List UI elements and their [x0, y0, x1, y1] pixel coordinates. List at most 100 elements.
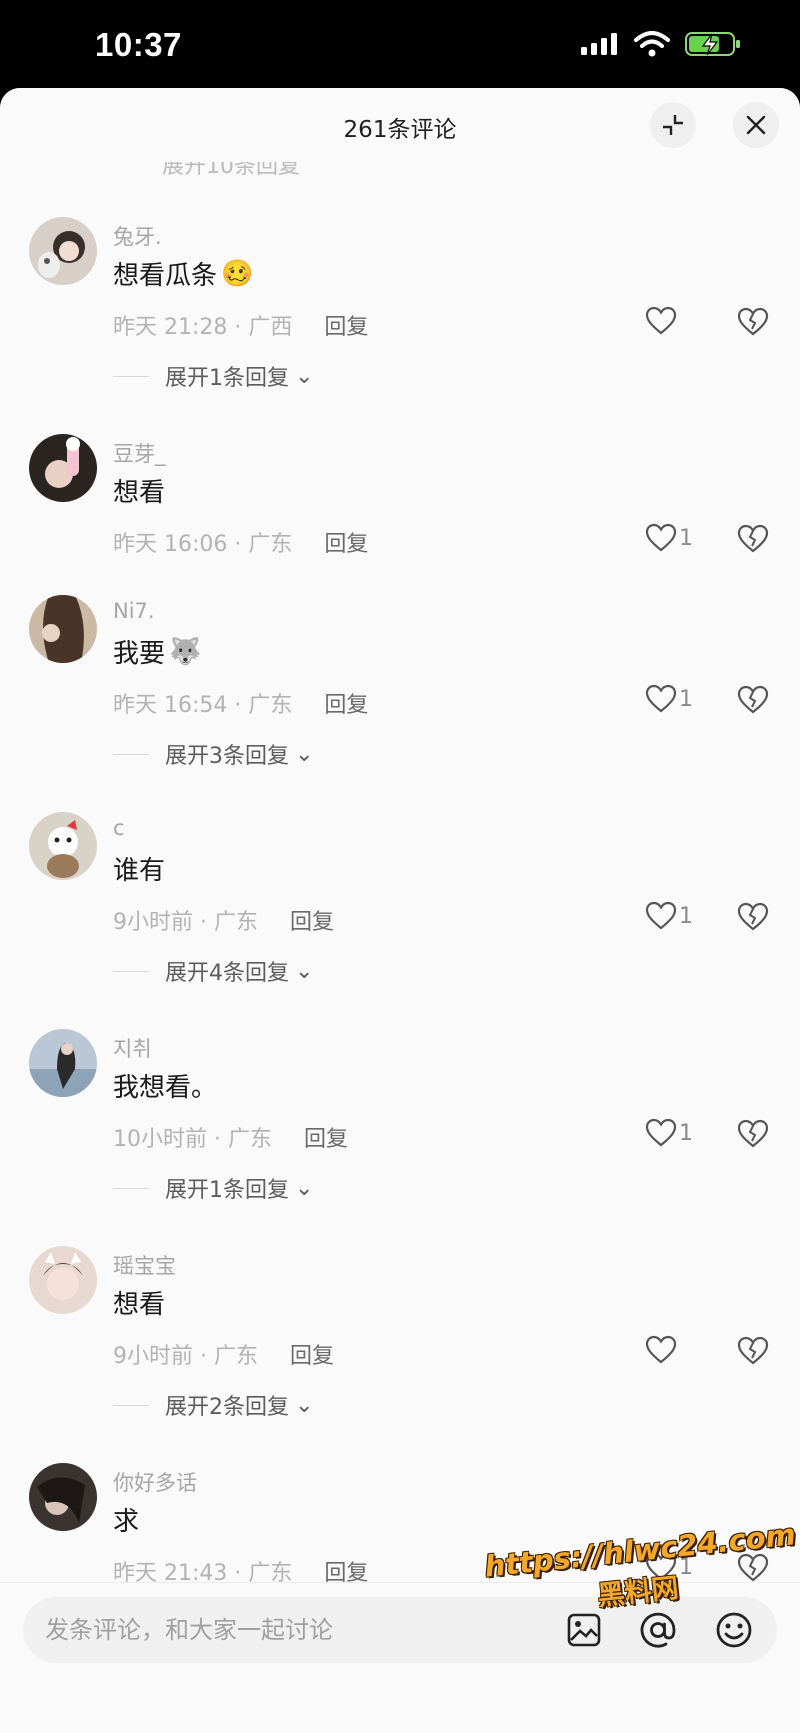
comment-text: 求	[113, 1501, 139, 1538]
comment-meta: 昨天 21:28 · 广西 回复	[113, 309, 368, 341]
comment-meta: 昨天 16:06 · 广东 回复	[113, 526, 368, 558]
expand-replies-label: 展开4条回复	[165, 961, 289, 986]
chevron-down-icon: ⌄	[295, 363, 314, 389]
avatar[interactable]	[29, 1246, 97, 1314]
divider	[113, 1404, 149, 1406]
expand-replies-label: 展开3条回复	[165, 744, 289, 769]
broken-heart-icon	[737, 524, 769, 553]
like-button[interactable]: 1	[645, 901, 693, 931]
wifi-icon	[634, 31, 670, 57]
dislike-button[interactable]	[737, 1119, 769, 1153]
expand-replies-button[interactable]: 展开2条回复 ⌄	[113, 1389, 313, 1421]
dislike-button[interactable]	[737, 307, 769, 341]
comment-text-content: 我要	[113, 639, 166, 669]
comment-username[interactable]: Ni7.	[113, 599, 155, 623]
battery-icon	[685, 32, 740, 56]
comment-text: 想看	[113, 1284, 165, 1321]
comment-input-container[interactable]	[23, 1597, 777, 1663]
emoji-icon: 🐺	[169, 636, 202, 667]
image-icon	[567, 1613, 601, 1647]
like-button[interactable]	[645, 306, 679, 336]
comment-username[interactable]: 豆芽_	[113, 438, 166, 468]
expand-replies-button[interactable]: 展开1条回复 ⌄	[113, 1172, 313, 1204]
comment-text-content: 谁有	[113, 856, 166, 886]
sheet-header: 261条评论	[0, 88, 800, 162]
avatar[interactable]	[29, 1029, 97, 1097]
like-button[interactable]: 1	[645, 1118, 693, 1148]
like-count: 1	[679, 686, 693, 712]
reply-button[interactable]: 回复	[324, 526, 368, 558]
reply-button[interactable]: 回复	[324, 309, 368, 341]
like-button[interactable]: 1	[645, 523, 693, 553]
comment-text: 谁有	[113, 850, 165, 887]
comments-sheet: 261条评论 展开10条回复 兔牙. 想看瓜条 🥴 昨天 21:28 · 广西 回复	[0, 88, 800, 1733]
expand-replies-button[interactable]: 展开4条回复 ⌄	[113, 955, 313, 987]
emoji-icon	[716, 1612, 752, 1648]
expand-replies-button[interactable]: 展开3条回复 ⌄	[113, 738, 313, 770]
heart-icon	[645, 306, 677, 335]
close-icon	[746, 115, 766, 135]
emoji-button[interactable]	[715, 1611, 753, 1649]
avatar[interactable]	[29, 217, 97, 285]
dislike-button[interactable]	[737, 902, 769, 936]
comment-username[interactable]: 兔牙.	[113, 221, 162, 251]
close-button[interactable]	[733, 102, 779, 148]
image-button[interactable]	[565, 1611, 603, 1649]
comment-username[interactable]: 지취	[113, 1033, 152, 1063]
broken-heart-icon	[737, 1553, 769, 1582]
chevron-down-icon: ⌄	[295, 1392, 314, 1418]
comment-text: 想看瓜条 🥴	[113, 255, 253, 292]
comment-text: 想看	[113, 472, 165, 509]
divider	[113, 1187, 149, 1189]
comment-time-location: 9小时前 · 广东	[113, 1344, 258, 1369]
comment-text-content: 想看瓜条	[113, 261, 218, 291]
expand-replies-label: 展开2条回复	[165, 1395, 289, 1420]
comment-input[interactable]	[45, 1597, 545, 1663]
chevron-down-icon: ⌄	[295, 958, 314, 984]
broken-heart-icon	[737, 1119, 769, 1148]
like-button[interactable]: 1	[645, 684, 693, 714]
broken-heart-icon	[737, 1336, 769, 1365]
status-bar: 10:37	[0, 0, 800, 88]
at-icon	[640, 1612, 676, 1648]
like-count: 1	[679, 1120, 693, 1146]
divider	[113, 970, 149, 972]
dislike-button[interactable]	[737, 685, 769, 719]
comment-text-content: 求	[113, 1507, 140, 1537]
like-button[interactable]: 1	[645, 1552, 693, 1582]
comment-meta: 9小时前 · 广东 回复	[113, 1338, 334, 1370]
avatar[interactable]	[29, 595, 97, 663]
dislike-button[interactable]	[737, 1336, 769, 1370]
avatar[interactable]	[29, 1463, 97, 1531]
divider	[113, 375, 149, 377]
dislike-button[interactable]	[737, 524, 769, 558]
comment-username[interactable]: c	[113, 816, 125, 840]
heart-icon	[645, 684, 677, 713]
broken-heart-icon	[737, 307, 769, 336]
signal-icon	[581, 33, 617, 55]
reply-button[interactable]: 回复	[290, 904, 334, 936]
comment-text: 我要 🐺	[113, 633, 201, 670]
heart-icon	[645, 901, 677, 930]
divider	[113, 753, 149, 755]
reply-button[interactable]: 回复	[304, 1121, 348, 1153]
status-icons	[580, 30, 742, 58]
comment-text-content: 我想看。	[113, 1073, 218, 1103]
reply-button[interactable]: 回复	[290, 1338, 334, 1370]
status-time: 10:37	[95, 26, 182, 63]
avatar[interactable]	[29, 434, 97, 502]
comment-text-content: 想看	[113, 478, 166, 508]
mention-button[interactable]	[639, 1611, 677, 1649]
comment-username[interactable]: 你好多话	[113, 1467, 197, 1497]
emoji-icon: 🥴	[221, 258, 254, 289]
collapse-button[interactable]	[650, 102, 696, 148]
comment-time-location: 昨天 16:54 · 广东	[113, 693, 293, 718]
reply-button[interactable]: 回复	[324, 687, 368, 719]
avatar[interactable]	[29, 812, 97, 880]
comment-meta: 9小时前 · 广东 回复	[113, 904, 334, 936]
expand-replies-button[interactable]: 展开1条回复 ⌄	[113, 360, 313, 392]
collapse-icon	[663, 115, 683, 135]
comment-username[interactable]: 瑶宝宝	[113, 1250, 176, 1280]
chevron-down-icon: ⌄	[295, 1175, 314, 1201]
like-button[interactable]	[645, 1335, 679, 1365]
